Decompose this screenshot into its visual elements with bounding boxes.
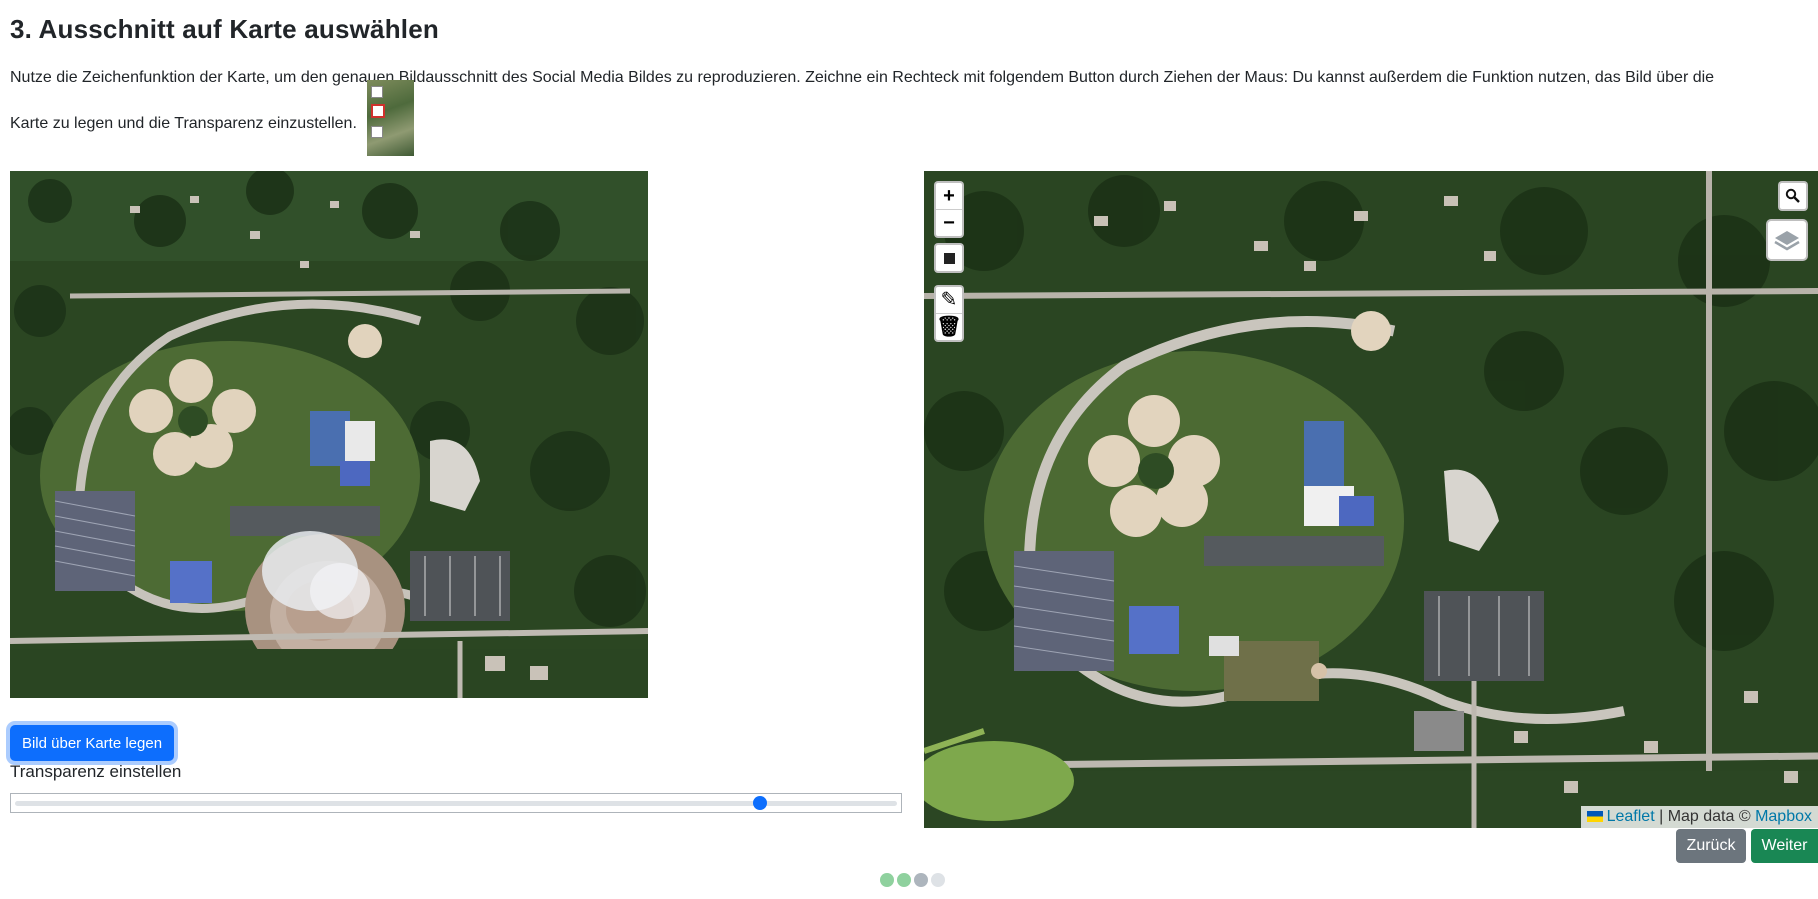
instructions: Nutze die Zeichenfunktion der Karte, um …	[10, 55, 1818, 147]
layers-icon	[1774, 231, 1800, 251]
layers-button[interactable]	[1766, 219, 1808, 261]
satellite-tiles	[924, 171, 1818, 828]
next-button[interactable]: Weiter	[1751, 829, 1818, 863]
step-indicator	[880, 873, 948, 892]
step-dot-4	[931, 873, 945, 887]
mapbox-link[interactable]: Mapbox	[1755, 808, 1812, 825]
step-dot-1	[880, 873, 894, 887]
page-title: 3. Ausschnitt auf Karte auswählen	[10, 14, 439, 44]
aerial-photo-image	[10, 171, 648, 698]
example-rectangle-icon	[371, 104, 385, 118]
edit-layers-icon: ✎	[940, 289, 958, 311]
zoom-in-button[interactable]: +	[936, 183, 962, 210]
step-dot-3	[914, 873, 928, 887]
leaflet-map[interactable]: + − ✎ 🗑 Leaflet | Map data © Mapbox	[924, 171, 1818, 828]
zoom-out-button[interactable]: −	[936, 210, 962, 236]
delete-icon: 🗑	[936, 316, 962, 338]
edit-toolbar: ✎ 🗑	[934, 285, 964, 342]
draw-rectangle-icon	[943, 253, 955, 265]
example-zoom-icon	[371, 86, 383, 98]
transparency-label: Transparenz einstellen	[10, 762, 182, 781]
edit-layers-button[interactable]: ✎	[936, 287, 962, 314]
leaflet-link[interactable]: Leaflet	[1607, 808, 1655, 825]
transparency-slider-thumb[interactable]	[752, 796, 767, 810]
instructions-line-1: Nutze die Zeichenfunktion der Karte, um …	[10, 69, 1715, 86]
attribution-separator: | Map data ©	[1654, 808, 1756, 825]
draw-toolbar	[934, 243, 964, 273]
step-dot-2	[897, 873, 911, 887]
instructions-line-2: Karte zu legen und die Transparenz einzu…	[10, 115, 357, 132]
example-edit-icon	[371, 126, 383, 138]
ukraine-flag-icon	[1586, 811, 1603, 823]
delete-layers-button[interactable]: 🗑	[936, 314, 962, 340]
transparency-slider[interactable]	[10, 793, 902, 813]
overlay-image-button[interactable]: Bild über Karte legen	[10, 725, 174, 761]
draw-rectangle-button[interactable]	[936, 245, 962, 271]
search-button[interactable]	[1778, 181, 1808, 211]
draw-button-example-image	[367, 80, 414, 156]
map-attribution: Leaflet | Map data © Mapbox	[1580, 806, 1818, 828]
search-icon	[1785, 188, 1800, 203]
zoom-control: + −	[934, 181, 964, 238]
social-media-photo	[10, 171, 648, 698]
back-button[interactable]: Zurück	[1676, 829, 1746, 863]
